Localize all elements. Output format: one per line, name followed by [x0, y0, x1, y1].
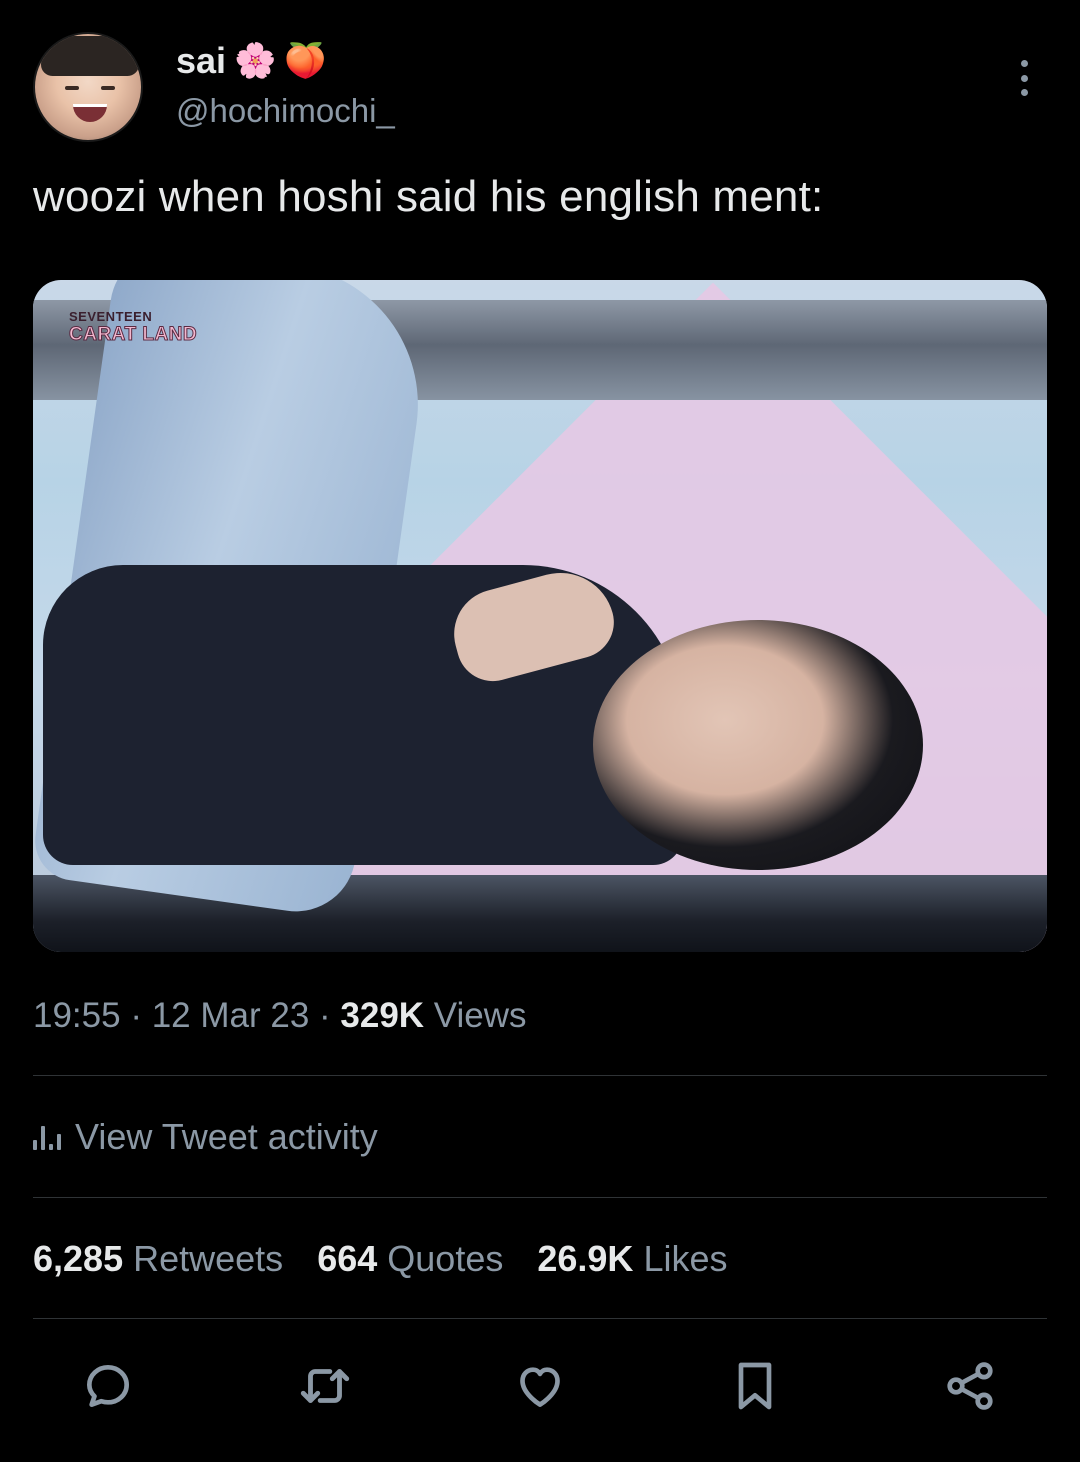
likes-count: 26.9K — [537, 1238, 634, 1279]
avatar-hair — [41, 36, 139, 76]
tweet-actions-bar — [33, 1356, 1047, 1416]
quotes-count: 664 — [317, 1238, 378, 1279]
retweet-button[interactable] — [295, 1356, 355, 1416]
tweet-text: woozi when hoshi said his english ment: — [33, 172, 824, 221]
tweet-media-image[interactable]: SEVENTEEN CARAT LAND — [33, 280, 1047, 952]
reply-button[interactable] — [78, 1356, 138, 1416]
retweet-icon — [300, 1369, 350, 1403]
avatar-mouth — [73, 104, 107, 122]
tweet-stats: 6,285 Retweets 664 Quotes 26.9K Likes — [33, 1238, 728, 1280]
user-handle[interactable]: @hochimochi_ — [176, 92, 395, 130]
divider — [33, 1318, 1047, 1319]
tweet-time[interactable]: 19:55 — [33, 996, 121, 1035]
tweet-meta: 19:55 · 12 Mar 23 · 329K Views — [33, 996, 527, 1036]
meta-separator: · — [120, 996, 152, 1035]
views-label: Views — [424, 996, 527, 1035]
tweet-detail: sai 🌸 🍑 @hochimochi_ woozi when hoshi sa… — [0, 0, 1080, 1462]
bookmark-icon — [738, 1362, 772, 1410]
views-count: 329K — [340, 996, 425, 1035]
retweets-label: Retweets — [133, 1238, 284, 1279]
likes-stat[interactable]: 26.9K Likes — [537, 1238, 727, 1280]
display-name[interactable]: sai — [176, 40, 226, 82]
media-person-head — [593, 620, 923, 870]
avatar-eye-left — [65, 86, 79, 90]
quotes-stat[interactable]: 664 Quotes — [317, 1238, 503, 1280]
view-tweet-activity-label: View Tweet activity — [75, 1116, 378, 1157]
author-name-row[interactable]: sai 🌸 🍑 — [176, 40, 327, 82]
reply-icon — [87, 1365, 129, 1407]
like-button[interactable] — [510, 1356, 570, 1416]
divider — [33, 1075, 1047, 1076]
watermark-line2: CARAT LAND — [68, 324, 198, 345]
analytics-icon — [33, 1124, 61, 1150]
retweets-count: 6,285 — [33, 1238, 124, 1279]
quotes-label: Quotes — [387, 1238, 504, 1279]
heart-icon — [520, 1367, 560, 1407]
media-watermark: SEVENTEEN CARAT LAND — [68, 309, 198, 345]
blossom-emoji: 🌸 — [234, 42, 277, 80]
tweet-date[interactable]: 12 Mar 23 — [152, 996, 310, 1035]
retweets-stat[interactable]: 6,285 Retweets — [33, 1238, 283, 1280]
share-icon — [947, 1362, 993, 1410]
share-button[interactable] — [940, 1356, 1000, 1416]
meta-separator: · — [309, 996, 341, 1035]
watermark-line1: SEVENTEEN — [69, 309, 153, 324]
more-options-icon[interactable] — [1010, 58, 1038, 98]
avatar-eye-right — [101, 86, 115, 90]
avatar[interactable] — [33, 32, 143, 142]
divider — [33, 1197, 1047, 1198]
likes-label: Likes — [643, 1238, 728, 1279]
view-tweet-activity-button[interactable]: View Tweet activity — [33, 1116, 378, 1158]
bookmark-button[interactable] — [725, 1356, 785, 1416]
peach-emoji: 🍑 — [284, 42, 327, 80]
